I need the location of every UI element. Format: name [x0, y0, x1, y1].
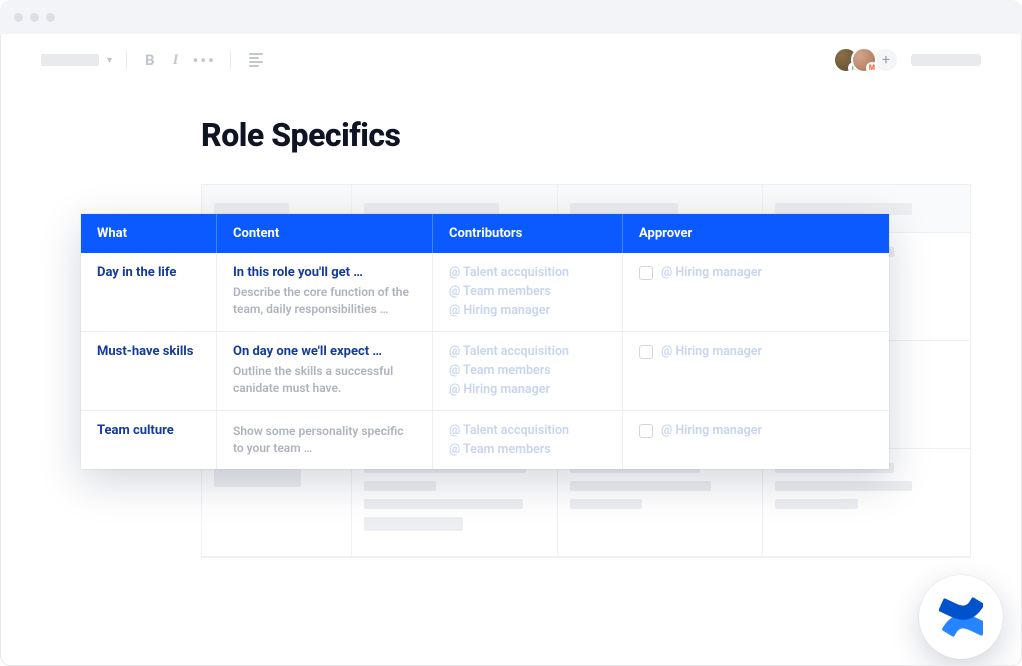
table-row: Must-have skills On day one we'll expect…: [81, 332, 889, 411]
row-content-title[interactable]: On day one we'll expect …: [233, 344, 416, 359]
mention[interactable]: @ Team members: [449, 442, 606, 457]
window-dot: [46, 13, 55, 22]
table-row: Day in the life In this role you'll get …: [81, 253, 889, 332]
toolbar-action-placeholder[interactable]: [911, 54, 981, 66]
row-content-desc: Outline the skills a successful canidate…: [233, 363, 416, 398]
row-content-desc: Describe the core function of the team, …: [233, 284, 416, 319]
browser-chrome: [0, 0, 1022, 34]
mention[interactable]: @ Team members: [449, 284, 606, 299]
row-approver: @ Hiring manager: [623, 253, 889, 331]
row-contributors: @ Talent accquisition @ Team members: [433, 411, 623, 470]
table-header-row: What Content Contributors Approver: [81, 214, 889, 253]
row-content-title[interactable]: In this role you'll get …: [233, 265, 416, 280]
checkbox-icon[interactable]: [639, 424, 653, 438]
style-selector[interactable]: [41, 54, 99, 66]
row-contributors: @ Talent accquisition @ Team members @ H…: [433, 253, 623, 331]
app-window: ▾ B I ••• R M +: [0, 34, 1022, 666]
header-approver: Approver: [623, 214, 889, 253]
editor-toolbar: ▾ B I ••• R M +: [1, 34, 1021, 86]
mention[interactable]: @ Team members: [449, 363, 606, 378]
italic-button[interactable]: I: [169, 52, 183, 69]
mention[interactable]: @ Hiring manager: [661, 344, 762, 359]
row-approver: @ Hiring manager: [623, 332, 889, 410]
bold-button[interactable]: B: [141, 51, 159, 69]
checkbox-icon[interactable]: [639, 266, 653, 280]
align-left-icon[interactable]: [245, 53, 267, 67]
divider: [126, 50, 127, 70]
divider: [230, 50, 231, 70]
mention[interactable]: @ Talent accquisition: [449, 265, 606, 280]
row-content-desc: Show some personality specific to your t…: [233, 423, 416, 458]
header-what: What: [81, 214, 217, 253]
avatar-badge: M: [866, 62, 878, 74]
plus-icon: +: [882, 52, 890, 68]
role-specifics-table: What Content Contributors Approver Day i…: [81, 214, 889, 469]
mention[interactable]: @ Hiring manager: [661, 423, 762, 438]
window-dot: [30, 13, 39, 22]
row-what-link[interactable]: Team culture: [97, 423, 174, 438]
row-what-link[interactable]: Day in the life: [97, 265, 176, 280]
chevron-down-icon[interactable]: ▾: [107, 55, 112, 66]
header-content: Content: [217, 214, 433, 253]
confluence-icon: [939, 595, 983, 639]
more-formatting-button[interactable]: •••: [192, 51, 215, 70]
mention[interactable]: @ Hiring manager: [449, 382, 606, 397]
row-what-link[interactable]: Must-have skills: [97, 344, 193, 359]
window-dot: [14, 13, 23, 22]
toolbar-right: R M +: [833, 47, 981, 73]
table-row: Team culture Show some personality speci…: [81, 411, 889, 470]
mention[interactable]: @ Talent accquisition: [449, 423, 606, 438]
row-approver: @ Hiring manager: [623, 411, 889, 470]
checkbox-icon[interactable]: [639, 345, 653, 359]
toolbar-left: ▾ B I •••: [41, 50, 267, 70]
row-contributors: @ Talent accquisition @ Team members @ H…: [433, 332, 623, 410]
confluence-logo-button[interactable]: [919, 575, 1003, 659]
avatar[interactable]: M: [851, 47, 877, 73]
collaborator-avatars: R M +: [833, 47, 899, 73]
header-contributors: Contributors: [433, 214, 623, 253]
mention[interactable]: @ Hiring manager: [661, 265, 762, 280]
mention[interactable]: @ Talent accquisition: [449, 344, 606, 359]
content-area: Role Specifics: [1, 86, 1021, 154]
page-title: Role Specifics: [201, 116, 1021, 154]
mention[interactable]: @ Hiring manager: [449, 303, 606, 318]
